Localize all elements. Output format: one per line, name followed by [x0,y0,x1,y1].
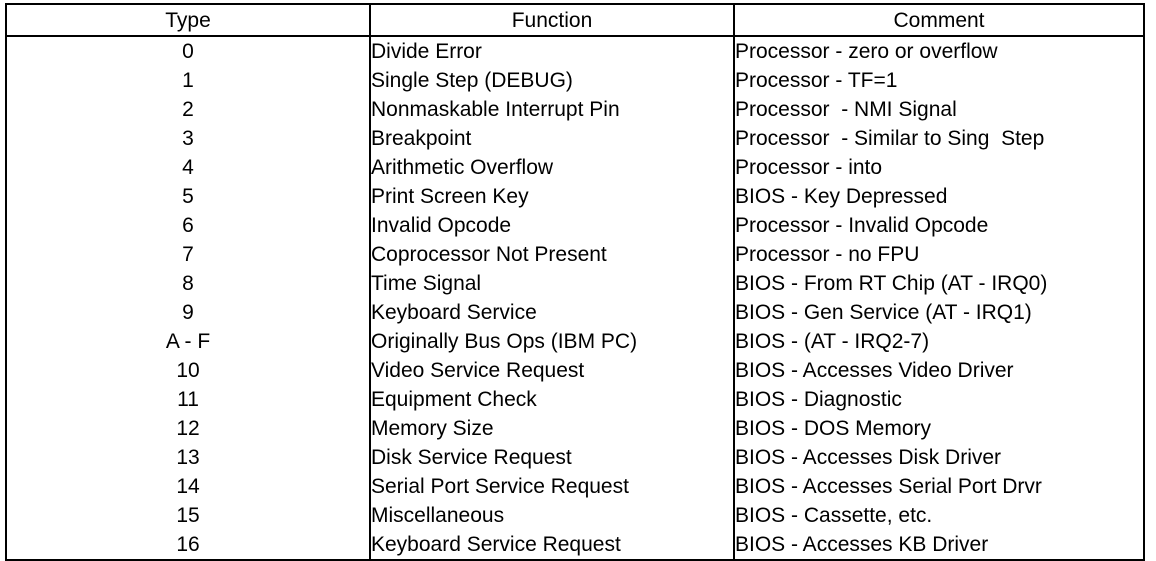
cell-function: Memory Size [369,414,735,443]
cell-comment: BIOS - Accesses Disk Driver [733,443,1145,472]
cell-type: 3 [5,124,371,153]
column-header-comment: Comment [733,3,1145,37]
table-row: 12 Memory Size BIOS - DOS Memory [5,414,1145,443]
cell-function: Divide Error [369,35,735,66]
cell-function: Miscellaneous [369,501,735,530]
cell-function: Equipment Check [369,385,735,414]
cell-function: Print Screen Key [369,182,735,211]
cell-function: Breakpoint [369,124,735,153]
cell-function: Serial Port Service Request [369,472,735,501]
page-root: Type Function Comment 0 Divide Error Proce… [0,0,1156,561]
table-row: 8 Time Signal BIOS - From RT Chip (AT - IR… [5,269,1145,298]
cell-type: 1 [5,66,371,95]
table-row: 5 Print Screen Key BIOS - Key Depressed [5,182,1145,211]
table-row: 3 Breakpoint Processor - Similar to Sing S… [5,124,1145,153]
cell-type: 9 [5,298,371,327]
cell-type: 14 [5,472,371,501]
cell-type: 11 [5,385,371,414]
cell-type: 8 [5,269,371,298]
cell-comment: Processor - zero or overflow [733,35,1145,66]
cell-comment: Processor - NMI Signal [733,95,1145,124]
cell-function: Keyboard Service [369,298,735,327]
cell-function: Keyboard Service Request [369,530,735,561]
table-row: 7 Coprocessor Not Present Processor - no F… [5,240,1145,269]
cell-comment: Processor - Invalid Opcode [733,211,1145,240]
interrupt-vector-table: Type Function Comment 0 Divide Error Proce… [5,3,1145,561]
cell-function: Invalid Opcode [369,211,735,240]
cell-function: Originally Bus Ops (IBM PC) [369,327,735,356]
column-header-function: Function [369,3,735,37]
table-row: 4 Arithmetic Overflow Processor - into [5,153,1145,182]
table-row: 11 Equipment Check BIOS - Diagnostic [5,385,1145,414]
cell-type: 10 [5,356,371,385]
cell-type: 16 [5,530,371,561]
table-row: 2 Nonmaskable Interrupt Pin Processor - NM… [5,95,1145,124]
table-row: 9 Keyboard Service BIOS - Gen Service (AT … [5,298,1145,327]
cell-function: Single Step (DEBUG) [369,66,735,95]
cell-type: 13 [5,443,371,472]
cell-type: 12 [5,414,371,443]
cell-comment: BIOS - Accesses KB Driver [733,530,1145,561]
cell-comment: Processor - Similar to Sing Step [733,124,1145,153]
cell-function: Arithmetic Overflow [369,153,735,182]
cell-function: Disk Service Request [369,443,735,472]
table-body: 0 Divide Error Processor - zero or overflo… [5,35,1145,561]
cell-comment: BIOS - Key Depressed [733,182,1145,211]
cell-comment: BIOS - Diagnostic [733,385,1145,414]
table-row: 10 Video Service Request BIOS - Accesses V… [5,356,1145,385]
cell-type: 7 [5,240,371,269]
cell-comment: BIOS - From RT Chip (AT - IRQ0) [733,269,1145,298]
table-row: 1 Single Step (DEBUG) Processor - TF=1 [5,66,1145,95]
cell-comment: BIOS - DOS Memory [733,414,1145,443]
cell-comment: BIOS - (AT - IRQ2-7) [733,327,1145,356]
cell-comment: Processor - TF=1 [733,66,1145,95]
cell-type: 0 [5,35,371,66]
cell-comment: BIOS - Accesses Video Driver [733,356,1145,385]
table-row: 15 Miscellaneous BIOS - Cassette, etc. [5,501,1145,530]
cell-type: 5 [5,182,371,211]
table-row: 14 Serial Port Service Request BIOS - Acce… [5,472,1145,501]
table-row: 0 Divide Error Processor - zero or overflo… [5,35,1145,66]
cell-comment: BIOS - Gen Service (AT - IRQ1) [733,298,1145,327]
cell-function: Time Signal [369,269,735,298]
cell-comment: Processor - no FPU [733,240,1145,269]
table-row: A - F Originally Bus Ops (IBM PC) BIOS - (… [5,327,1145,356]
cell-type: 2 [5,95,371,124]
cell-function: Video Service Request [369,356,735,385]
cell-function: Coprocessor Not Present [369,240,735,269]
cell-type: 4 [5,153,371,182]
table-row: 6 Invalid Opcode Processor - Invalid Opcod… [5,211,1145,240]
cell-type: A - F [5,327,371,356]
column-header-type: Type [5,3,371,37]
cell-comment: BIOS - Accesses Serial Port Drvr [733,472,1145,501]
table-header: Type Function Comment [5,3,1145,37]
cell-comment: BIOS - Cassette, etc. [733,501,1145,530]
table-row: 16 Keyboard Service Request BIOS - Accesse… [5,530,1145,561]
cell-function: Nonmaskable Interrupt Pin [369,95,735,124]
table-row: 13 Disk Service Request BIOS - Accesses Di… [5,443,1145,472]
cell-type: 6 [5,211,371,240]
cell-comment: Processor - into [733,153,1145,182]
cell-type: 15 [5,501,371,530]
table-header-row: Type Function Comment [5,3,1145,37]
